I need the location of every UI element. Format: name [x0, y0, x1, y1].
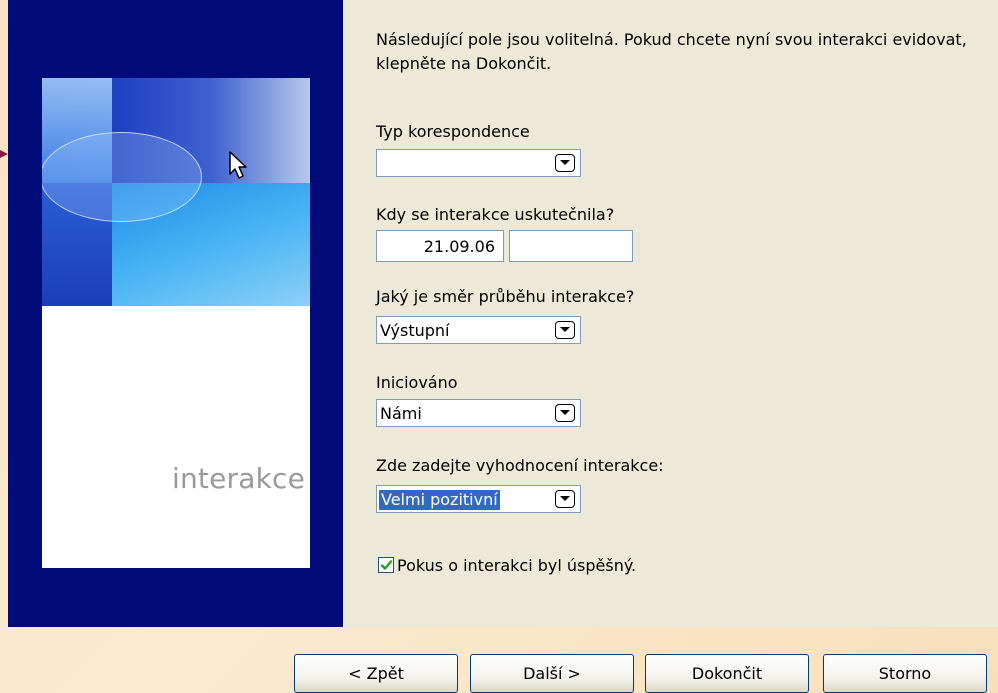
initiated-value: Námi — [380, 404, 422, 423]
initiated-select[interactable]: Námi — [376, 399, 581, 427]
success-checkbox[interactable] — [378, 557, 394, 573]
evaluation-value: Velmi pozitivní — [379, 490, 500, 510]
chevron-down-icon[interactable] — [555, 404, 575, 422]
direction-select[interactable]: Výstupní — [376, 316, 581, 344]
next-button[interactable]: Další > — [470, 654, 634, 693]
chevron-down-icon[interactable] — [555, 490, 575, 508]
cancel-button[interactable]: Storno — [823, 654, 987, 693]
slide-pointer-arrow — [0, 150, 8, 158]
evaluation-label: Zde zadejte vyhodnocení interakce: — [376, 456, 664, 475]
checkmark-icon — [380, 560, 393, 570]
date-value: 21.09.06 — [423, 237, 495, 256]
wizard-form-area — [343, 0, 998, 627]
initiated-label: Iniciováno — [376, 373, 458, 392]
chevron-down-icon[interactable] — [555, 321, 575, 339]
finish-button[interactable]: Dokončit — [645, 654, 809, 693]
direction-label: Jaký je směr průběhu interakce? — [376, 287, 635, 306]
intro-text: Následující pole jsou volitelná. Pokud c… — [376, 30, 967, 73]
back-button[interactable]: < Zpět — [294, 654, 458, 693]
chevron-down-icon[interactable] — [555, 154, 575, 172]
mouse-cursor-icon — [229, 151, 247, 179]
correspondence-type-select[interactable] — [376, 149, 581, 177]
when-label: Kdy se interakce uskutečnila? — [376, 205, 615, 224]
correspondence-type-label: Typ korespondence — [376, 122, 530, 141]
illustration-oval — [42, 132, 202, 222]
sidebar-watermark: interakce — [172, 462, 306, 495]
evaluation-select[interactable]: Velmi pozitivní — [376, 485, 581, 513]
direction-value: Výstupní — [380, 321, 450, 340]
time-field[interactable] — [509, 230, 633, 262]
illustration-top — [42, 78, 310, 306]
date-field[interactable]: 21.09.06 — [376, 230, 504, 262]
success-checkbox-label[interactable]: Pokus o interakci byl úspěšný. — [397, 556, 636, 576]
